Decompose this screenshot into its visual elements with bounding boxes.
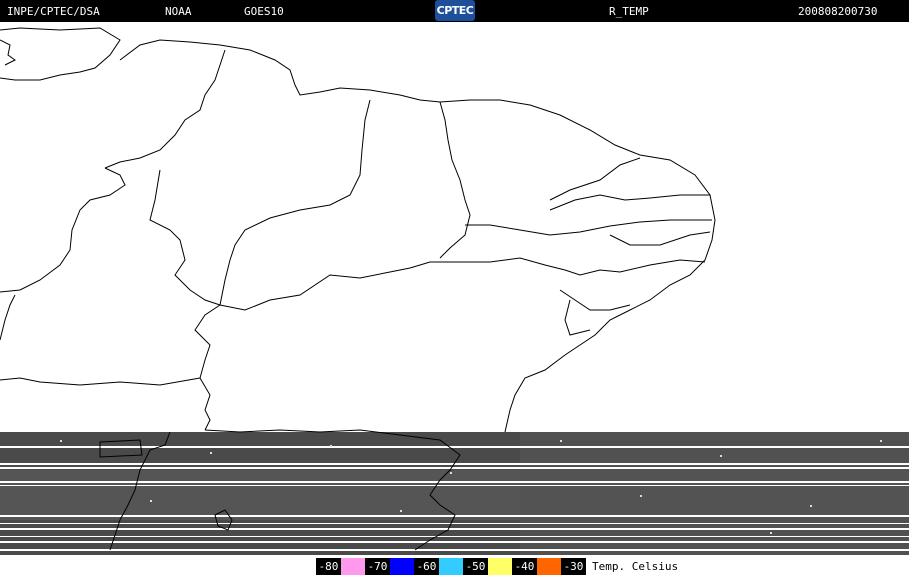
legend-swatch	[341, 558, 365, 575]
legend-label: -40	[512, 558, 537, 575]
satellite-map	[0, 22, 909, 555]
cptec-logo: CPTEC	[435, 0, 475, 21]
legend-swatch	[537, 558, 561, 575]
agency-label: NOAA	[165, 5, 192, 18]
temperature-legend: -80 -70 -60 -50 -40 -30 Temp. Celsius	[316, 557, 678, 576]
legend-label: -30	[561, 558, 586, 575]
satellite-label: GOES10	[244, 5, 284, 18]
legend-swatch	[488, 558, 512, 575]
legend-swatch	[390, 558, 414, 575]
header-bar: INPE/CPTEC/DSA NOAA GOES10 CPTEC R_TEMP …	[0, 0, 909, 22]
legend-label: -50	[463, 558, 488, 575]
legend-title: Temp. Celsius	[592, 560, 679, 573]
product-label: R_TEMP	[609, 5, 649, 18]
datetime-label: 200808200730	[798, 5, 878, 18]
map-background	[0, 22, 909, 432]
legend-swatch	[439, 558, 463, 575]
legend-label: -60	[414, 558, 439, 575]
legend-label: -80	[316, 558, 341, 575]
legend-label: -70	[365, 558, 390, 575]
institution-label: INPE/CPTEC/DSA	[7, 5, 100, 18]
